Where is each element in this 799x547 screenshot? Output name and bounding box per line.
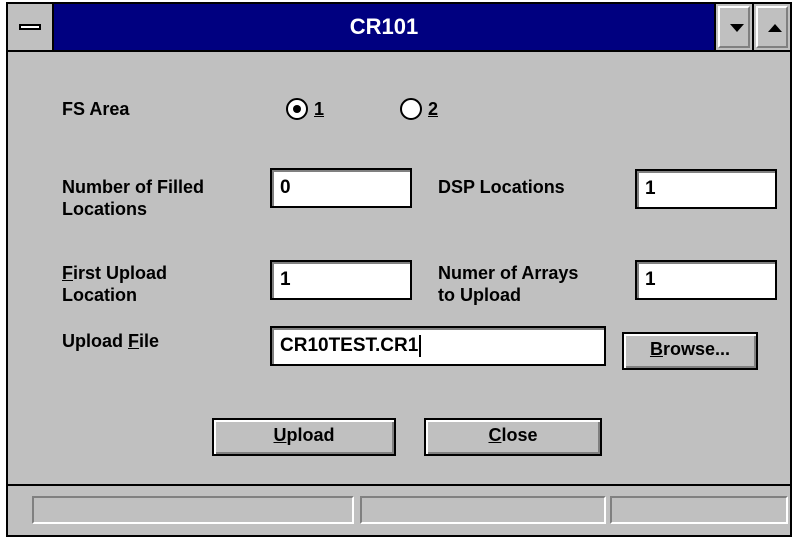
arrays-to-upload-field[interactable]: 1 (635, 260, 777, 300)
minimize-button[interactable] (714, 4, 752, 50)
status-panel-3 (610, 496, 788, 524)
window-title: CR101 (349, 14, 419, 39)
first-upload-field[interactable]: 1 (270, 260, 412, 300)
upload-file-label: Upload File (62, 331, 160, 351)
fs-area-radio-1[interactable] (286, 98, 308, 120)
fs-area-option-2-label[interactable]: 2 (428, 98, 438, 120)
upload-button[interactable]: Upload (212, 418, 396, 456)
close-button[interactable]: Close (424, 418, 602, 456)
text-caret (419, 334, 422, 357)
dsp-locations-label: DSP Locations (438, 177, 565, 197)
title-bar[interactable]: CR101 (8, 4, 790, 52)
upload-file-input[interactable]: CR10TEST.CR1 (270, 326, 606, 366)
maximize-button[interactable] (752, 4, 790, 50)
filled-locations-field[interactable]: 0 (270, 168, 412, 208)
dsp-locations-field[interactable]: 1 (635, 169, 777, 209)
arrays-to-upload-label: Numer of Arrays to Upload (438, 263, 579, 305)
system-menu-button[interactable] (8, 4, 54, 50)
status-panel-1 (32, 496, 354, 524)
status-panel-2 (360, 496, 606, 524)
cr101-dialog: CR101 FS Area 1 2 Number of Filled Locat… (6, 2, 792, 537)
status-bar (8, 484, 790, 535)
first-upload-label: First Upload Location (62, 263, 168, 305)
fs-area-option-1-label[interactable]: 1 (314, 98, 324, 120)
filled-locations-label: Number of Filled Locations (62, 177, 205, 219)
minimize-icon (730, 24, 744, 32)
fs-area-label: FS Area (62, 99, 130, 119)
fs-area-radio-2[interactable] (400, 98, 422, 120)
browse-button[interactable]: Browse... (622, 332, 758, 370)
maximize-icon (768, 24, 782, 32)
system-menu-icon (19, 24, 41, 30)
upload-file-value: CR10TEST.CR1 (280, 335, 419, 356)
